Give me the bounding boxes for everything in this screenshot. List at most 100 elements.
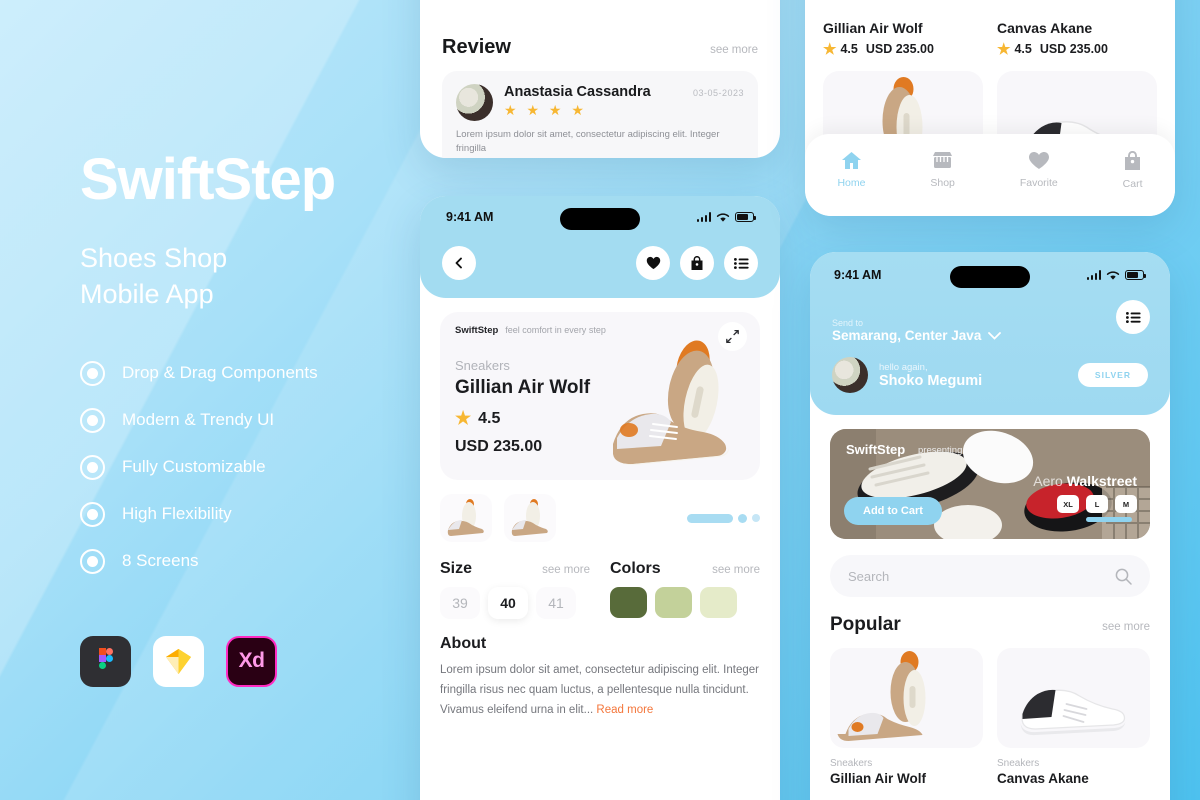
send-to-label: Send to [832, 318, 864, 328]
adobe-xd-label: Xd [238, 649, 265, 673]
star-icon: ★ [997, 41, 1011, 58]
thumbnail-row [440, 494, 760, 542]
review-section-header: Review see more [442, 36, 758, 59]
product-hero-card: SwiftStep feel comfort in every step Sne… [440, 312, 760, 480]
size-option[interactable]: 39 [440, 587, 480, 619]
menu-button[interactable] [724, 246, 758, 280]
star-icon: ★ [823, 41, 837, 58]
section-title: Popular [830, 614, 901, 635]
phone-product-grid-screen: Gillian Air Wolf ★ 4.5 USD 235.00 Canvas… [805, 0, 1175, 216]
feature-label: Drop & Drag Components [122, 363, 318, 383]
colors-see-more[interactable]: see more [712, 564, 760, 576]
product-rating: 4.5 [1014, 42, 1032, 56]
product-rating: 4.5 [840, 42, 858, 56]
product-image [997, 648, 1150, 748]
banner-tagline: presenting [918, 445, 963, 456]
section-title: Review [442, 36, 511, 58]
color-swatch[interactable] [655, 587, 692, 618]
banner-add-to-cart-button[interactable]: Add to Cart [844, 497, 942, 525]
battery-icon [1125, 270, 1147, 280]
status-bar: 9:41 AM [420, 196, 780, 230]
radio-filled-icon [80, 360, 105, 386]
left-info-panel: SwiftStep Shoes Shop Mobile App Drop & D… [80, 149, 420, 687]
tab-favorite[interactable]: Favorite [1020, 151, 1058, 189]
avatar [832, 357, 868, 393]
product-image [830, 648, 983, 748]
membership-badge[interactable]: SILVER [1077, 363, 1148, 387]
thumbnail[interactable] [440, 494, 492, 542]
feature-label: 8 Screens [122, 551, 199, 571]
tab-cart[interactable]: Cart [1122, 150, 1143, 190]
detail-header: 9:41 AM [420, 196, 780, 298]
user-name: Shoko Megumi [879, 372, 983, 389]
review-text: Lorem ipsum dolor sit amet, consectetur … [456, 129, 720, 155]
product-card[interactable]: Sneakers Gillian Air Wolf♥ [830, 648, 983, 786]
see-more-link[interactable]: see more [710, 44, 758, 56]
heart-icon [646, 256, 660, 270]
color-swatch[interactable] [610, 587, 647, 618]
bottom-tab-bar: Home Shop Favorite Cart [805, 134, 1175, 216]
about-section: About Lorem ipsum dolor sit amet, consec… [440, 635, 760, 720]
banner-size-option[interactable]: M [1115, 495, 1137, 513]
subtitle-line-1: Shoes Shop [80, 242, 228, 273]
carousel-active-bar [687, 513, 733, 523]
status-bar: 9:41 AM [832, 266, 1148, 288]
product-image [611, 340, 729, 466]
size-option-selected[interactable]: 40 [488, 587, 528, 619]
battery-icon [735, 212, 757, 222]
search-bar[interactable] [830, 555, 1150, 597]
radio-filled-icon [80, 501, 105, 527]
search-input[interactable] [848, 568, 1115, 584]
sneaker-illustration [837, 651, 926, 741]
see-more-link[interactable]: see more [1102, 621, 1150, 633]
banner-brand: SwiftStep [846, 442, 906, 457]
detail-toolbar [420, 224, 780, 280]
size-see-more[interactable]: see more [542, 564, 590, 576]
favorite-button[interactable] [636, 246, 670, 280]
tab-label: Home [837, 177, 866, 189]
home-header: 9:41 AM Send to Semarang, Center Java he… [810, 252, 1170, 415]
color-swatch[interactable] [700, 587, 737, 618]
phone-home-screen: 9:41 AM Send to Semarang, Center Java he… [810, 252, 1170, 800]
list-menu-icon [1125, 311, 1141, 323]
tab-label: Cart [1122, 177, 1143, 190]
menu-button[interactable] [1116, 300, 1150, 334]
bag-button[interactable] [680, 246, 714, 280]
user-greeting-row: hello again, Shoko Megumi SILVER [832, 357, 1148, 393]
list-item: 8 Screens [80, 548, 420, 574]
location-selector[interactable]: Semarang, Center Java [832, 328, 1148, 343]
size-selector: Size see more 39 40 41 [440, 560, 590, 619]
size-title: Size [440, 560, 473, 577]
back-button[interactable] [442, 246, 476, 280]
tab-home[interactable]: Home [837, 151, 865, 189]
about-title: About [440, 635, 487, 652]
product-title: Gillian Air Wolf [823, 20, 923, 36]
product-card[interactable]: Sneakers Canvas Akane♥ [997, 648, 1150, 786]
banner-size-option[interactable]: XL [1057, 495, 1079, 513]
wifi-icon [1106, 270, 1120, 280]
thumbnail[interactable] [504, 494, 556, 542]
adobe-xd-logo-icon: Xd [226, 635, 277, 687]
radio-filled-icon [80, 454, 105, 480]
reviewer-name: Anastasia Cassandra [504, 84, 651, 100]
tab-shop[interactable]: Shop [930, 151, 955, 189]
banner-size-option[interactable]: L [1086, 495, 1108, 513]
carousel-dot [738, 513, 747, 523]
figma-logo-icon [80, 635, 131, 687]
banner-product-prefix: Aero [1033, 473, 1067, 489]
search-icon[interactable] [1115, 568, 1132, 585]
promo-banner[interactable]: SwiftStep presenting Aero Walkstreet XL … [830, 429, 1150, 539]
list-item: Fully Customizable [80, 454, 420, 480]
wifi-icon [716, 212, 730, 222]
size-option[interactable]: 41 [536, 587, 576, 619]
phone-product-detail-screen: 9:41 AM SwiftStep feel comfort in every … [420, 196, 780, 800]
carousel-dot [752, 514, 760, 522]
thumbnail-image [511, 499, 548, 536]
list-item: Modern & Trendy UI [80, 407, 420, 433]
carousel-indicator[interactable] [687, 513, 760, 523]
status-time: 9:41 AM [834, 268, 882, 282]
feature-label: Modern & Trendy UI [122, 410, 275, 430]
product-price: USD 235.00 [865, 42, 934, 56]
banner-product-main: Walkstreet [1066, 473, 1137, 489]
read-more-link[interactable]: Read more [596, 704, 653, 716]
